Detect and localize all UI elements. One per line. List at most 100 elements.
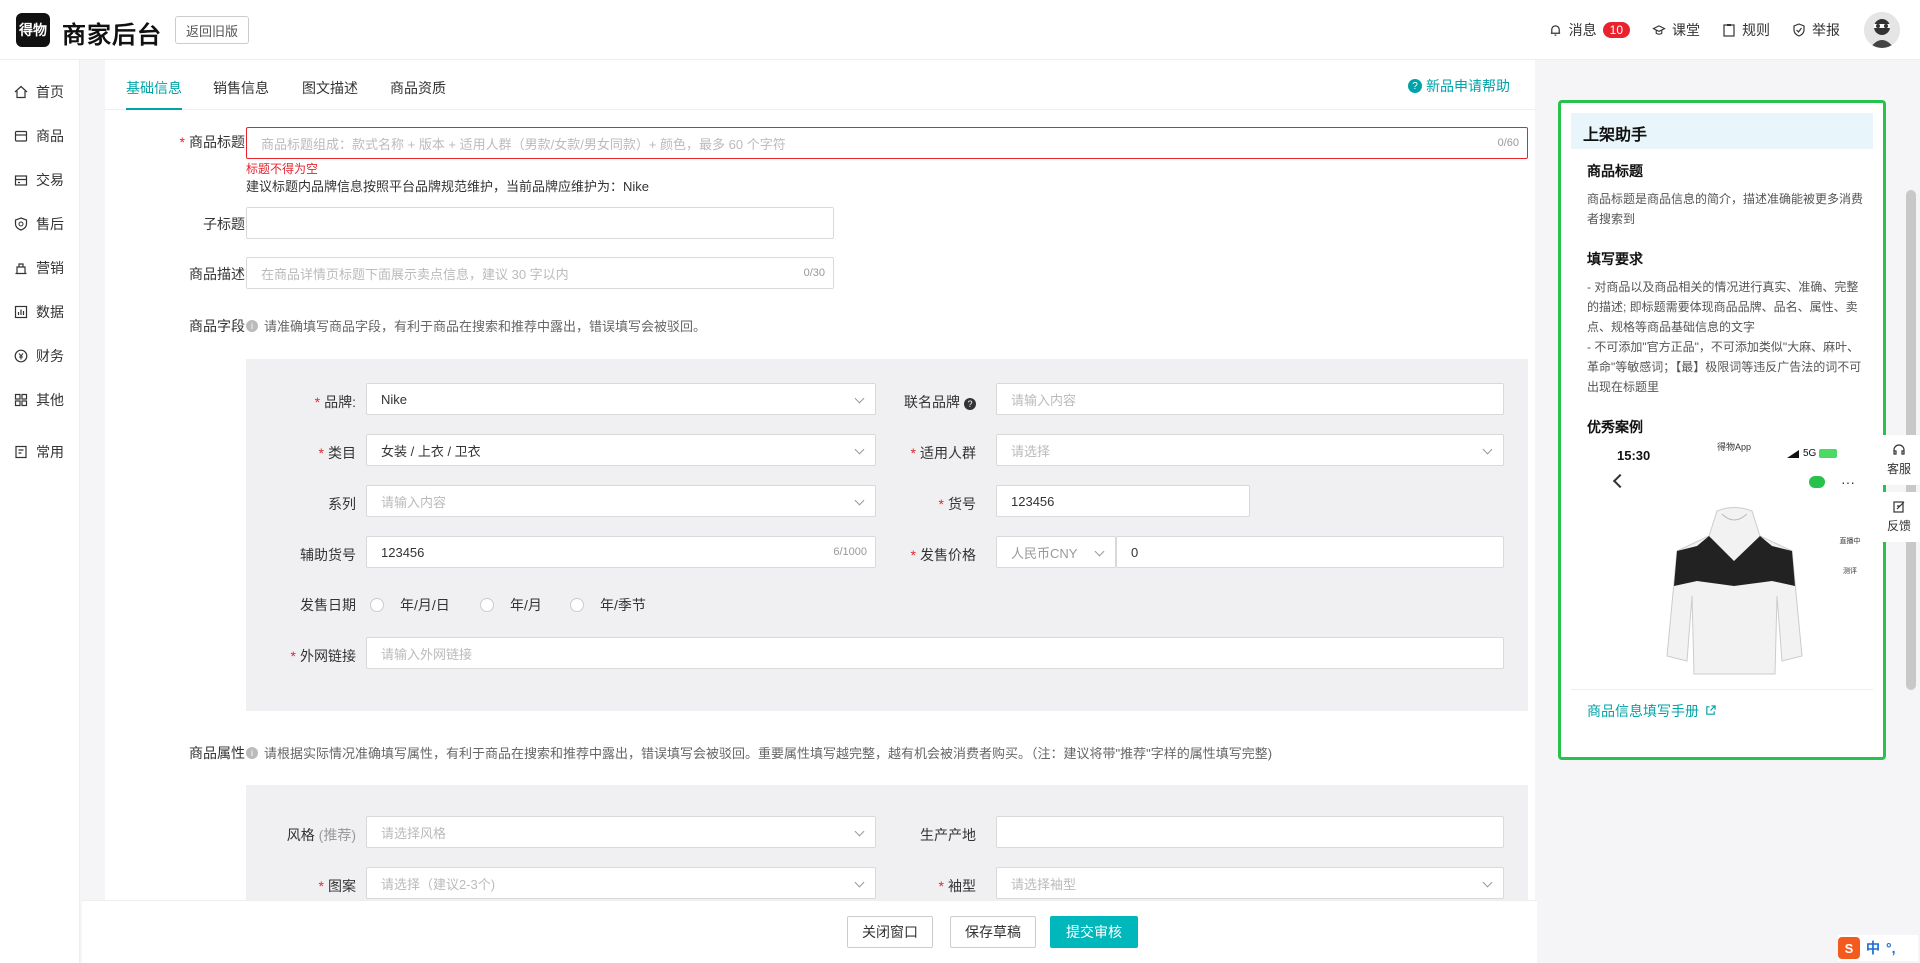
radio-label: 年/月/日 xyxy=(400,597,450,613)
sleeve-placeholder: 请选择袖型 xyxy=(1011,876,1077,892)
brand-title: 商家后台 xyxy=(62,22,162,49)
chevron-down-icon xyxy=(854,444,865,455)
series-placeholder: 请输入内容 xyxy=(381,494,447,510)
desc-counter: 0/30 xyxy=(803,267,825,279)
customer-service-button[interactable]: 客服 xyxy=(1878,435,1920,485)
return-old-version-button[interactable]: 返回旧版 xyxy=(175,16,249,44)
wechat-icon xyxy=(1809,476,1825,488)
new-product-help-link[interactable]: ? 新品申请帮助 xyxy=(1408,76,1510,96)
avatar[interactable] xyxy=(1864,12,1900,48)
sidebar: 首页 商品 交易 售后 营销 数据 财务 其他 常用 xyxy=(0,60,80,963)
desc-input[interactable]: 在商品详情页标题下面展示卖点信息，建议 30 字以内 0/30 xyxy=(246,257,834,289)
pattern-select[interactable]: 请选择（建议2-3个) xyxy=(366,867,876,899)
audience-select[interactable]: 请选择 xyxy=(996,434,1504,466)
radio-circle xyxy=(570,598,584,612)
sleeve-select[interactable]: 请选择袖型 xyxy=(996,867,1504,899)
style-select[interactable]: 请选择风格 xyxy=(366,816,876,848)
classroom-link[interactable]: 课堂 xyxy=(1652,20,1700,40)
sku-input[interactable]: 123456 xyxy=(996,485,1250,517)
currency-select[interactable]: 人民币CNY xyxy=(996,536,1116,568)
aux-sku-value: 123456 xyxy=(381,544,425,560)
title-error-text: 标题不得为空 xyxy=(246,162,319,176)
assistant-title-heading: 商品标题 xyxy=(1587,163,1643,179)
tab-basic-info[interactable]: 基础信息 xyxy=(126,78,182,110)
phone-time: 15:30 xyxy=(1617,448,1651,463)
classroom-label: 课堂 xyxy=(1672,22,1700,38)
price-input[interactable]: 0 xyxy=(1116,536,1504,568)
tab-image-desc[interactable]: 图文描述 xyxy=(302,78,358,108)
sidebar-item-product[interactable]: 商品 xyxy=(0,116,80,156)
title-brand-hint: 建议标题内品牌信息按照平台品牌规范维护，当前品牌应维护为：Nike xyxy=(246,179,650,194)
other-icon xyxy=(14,393,28,407)
home-icon xyxy=(14,85,28,99)
save-draft-button[interactable]: 保存草稿 xyxy=(950,916,1036,948)
fields-info-text: 请准确填写商品字段，有利于商品在搜索和推荐中露出，错误填写会被驳回。 xyxy=(264,319,707,334)
sidebar-item-label: 首页 xyxy=(36,84,64,100)
sidebar-item-label: 商品 xyxy=(36,128,64,144)
release-option-ym[interactable]: 年/月 xyxy=(480,595,542,615)
sidebar-item-label: 数据 xyxy=(36,304,64,320)
subtitle-input[interactable] xyxy=(246,207,834,239)
cobrand-label: 联名品牌? xyxy=(846,392,976,412)
sidebar-item-common[interactable]: 常用 xyxy=(0,432,80,472)
sidebar-item-aftersale[interactable]: 售后 xyxy=(0,204,80,244)
logo[interactable]: 得物 xyxy=(16,13,50,47)
desc-field-label: 商品描述 xyxy=(189,266,245,282)
chevron-down-icon xyxy=(854,495,865,506)
close-window-button[interactable]: 关闭窗口 xyxy=(847,916,933,948)
assistant-title: 上架助手 xyxy=(1571,113,1873,149)
chevron-down-icon xyxy=(1094,546,1105,557)
feedback-button[interactable]: 反馈 xyxy=(1878,492,1920,542)
sidebar-item-marketing[interactable]: 营销 xyxy=(0,248,80,288)
fields-group: * 品牌: Nike 联名品牌? 请输入内容 * 类目 女装 / 上衣 / 卫衣 *… xyxy=(246,359,1528,711)
aux-sku-input[interactable]: 123456 6/1000 xyxy=(366,536,876,568)
assistant-title-text: 商品标题是商品信息的简介，描述准确能被更多消费者搜索到 xyxy=(1587,192,1864,226)
aux-sku-counter: 6/1000 xyxy=(833,546,867,558)
attrs-info: i 请根据实际情况准确填写属性，有利于商品在搜索和推荐中露出，错误填写会被驳回。… xyxy=(246,743,1272,762)
sidebar-item-finance[interactable]: 财务 xyxy=(0,336,80,376)
origin-input[interactable] xyxy=(996,816,1504,848)
messages-link[interactable]: 消息 10 xyxy=(1549,20,1630,40)
data-icon xyxy=(14,305,28,319)
sidebar-item-home[interactable]: 首页 xyxy=(0,72,80,112)
release-option-season[interactable]: 年/季节 xyxy=(570,595,646,615)
battery-icon xyxy=(1819,449,1838,458)
cobrand-input[interactable]: 请输入内容 xyxy=(996,383,1504,415)
product-manual-link[interactable]: 商品信息填写手册 xyxy=(1587,701,1716,721)
sidebar-item-trade[interactable]: 交易 xyxy=(0,160,80,200)
series-select[interactable]: 请输入内容 xyxy=(366,485,876,517)
rules-link[interactable]: 规则 xyxy=(1722,20,1770,40)
category-select[interactable]: 女装 / 上衣 / 卫衣 xyxy=(366,434,876,466)
external-link-label: * 外网链接 xyxy=(290,648,356,664)
report-link[interactable]: 举报 xyxy=(1792,20,1840,40)
ime-indicator[interactable]: S 中 °, xyxy=(1838,935,1918,961)
release-option-ymd[interactable]: 年/月/日 xyxy=(370,595,450,615)
graduation-cap-icon xyxy=(1652,23,1666,37)
brand-value: Nike xyxy=(381,391,408,407)
sogou-icon: S xyxy=(1838,937,1860,959)
messages-label: 消息 xyxy=(1568,22,1597,38)
submit-review-button[interactable]: 提交审核 xyxy=(1050,916,1138,948)
external-link-icon xyxy=(1705,703,1716,719)
title-input-placeholder: 商品标题组成：款式名称 + 版本 + 适用人群（男款/女款/男女同款）+ 颜色，… xyxy=(261,136,786,152)
question-icon[interactable]: ? xyxy=(964,398,976,410)
brand-select[interactable]: Nike xyxy=(366,383,876,415)
phone-sign-badge: 测评 xyxy=(1843,568,1857,575)
title-input[interactable]: 商品标题组成：款式名称 + 版本 + 适用人群（男款/女款/男女同款）+ 颜色，… xyxy=(246,127,1528,159)
top-actions: 消息 10 课堂 规则 举报 xyxy=(1527,12,1900,48)
assistant-examples-heading: 优秀案例 xyxy=(1587,419,1643,435)
subtitle-field-label: 子标题 xyxy=(203,216,245,232)
feedback-label: 反馈 xyxy=(1886,519,1911,533)
tab-qualification[interactable]: 商品资质 xyxy=(390,78,446,108)
sidebar-item-data[interactable]: 数据 xyxy=(0,292,80,332)
edit-note-icon xyxy=(1892,500,1906,517)
external-link-placeholder: 请输入外网链接 xyxy=(381,646,473,662)
tab-sales-info[interactable]: 销售信息 xyxy=(213,78,269,108)
headset-icon xyxy=(1892,443,1906,460)
ime-punct-icon: °, xyxy=(1886,940,1896,956)
assistant-divider xyxy=(1571,689,1873,690)
external-link-input[interactable]: 请输入外网链接 xyxy=(366,637,1504,669)
phone-live-badge: 直播中 xyxy=(1839,538,1861,545)
category-value: 女装 / 上衣 / 卫衣 xyxy=(381,443,481,459)
sidebar-item-other[interactable]: 其他 xyxy=(0,380,80,420)
